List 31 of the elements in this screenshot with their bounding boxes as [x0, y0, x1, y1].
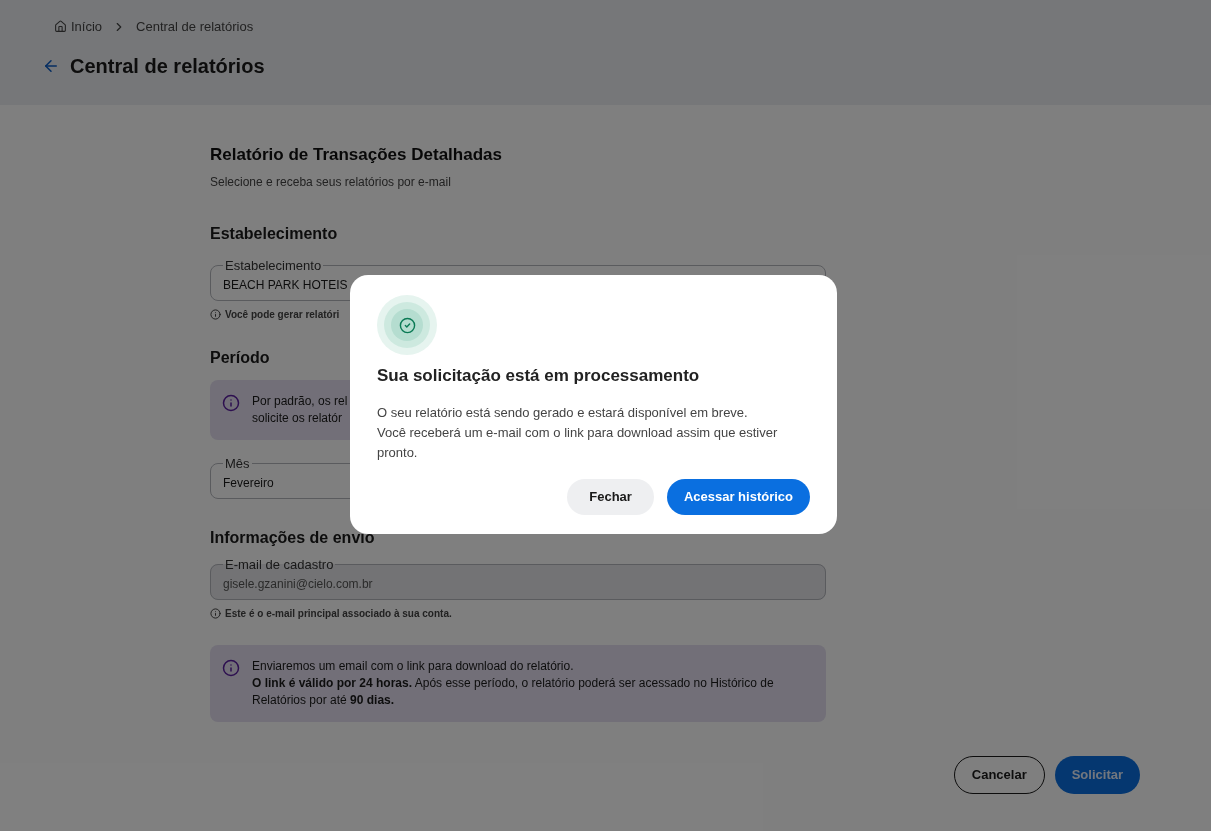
banner-text: Por padrão, os rel [252, 392, 348, 410]
action-button[interactable]: Solicitar [1054, 755, 1140, 794]
section-heading: Informações de envio [210, 527, 376, 548]
field-value: gisele.gzanini@cielo.com.br [223, 575, 373, 593]
info-icon [222, 658, 240, 677]
dialog-button[interactable]: Acessar histórico [666, 478, 810, 515]
banner-text: O link é válido por 24 horas. Após esse período, o relatório poderá ser acessado no Histórico de Relatórios por até 90 dias. [252, 674, 775, 709]
breadcrumb-link[interactable]: Início [54, 17, 103, 37]
dialog-title: Sua solicitação está em processamento [377, 365, 701, 387]
info-icon [210, 607, 221, 619]
field-label: E-mail de cadastro [224, 557, 335, 571]
info-icon [222, 393, 240, 412]
field-label: Mês [224, 456, 251, 470]
home-icon [54, 20, 67, 34]
report-subtitle: Selecione e receba seus relatórios por e-mail [210, 173, 452, 191]
field-value: Fevereiro [223, 474, 274, 492]
banner-text: solicite os relatór [252, 409, 344, 427]
dialog-message: O seu relatório está sendo gerado e estará disponível em breve. Você receberá um e-mail com o link para download assim que estiver pronto. [377, 403, 779, 462]
info-icon [210, 308, 221, 320]
action-button[interactable]: Cancelar [953, 755, 1045, 794]
page-title: Central de relatórios [70, 53, 265, 79]
banner-text: Enviaremos um email com o link para download do relatório. [252, 657, 575, 675]
report-title: Relatório de Transações Detalhadas [210, 144, 503, 166]
field-value: BEACH PARK HOTEIS [223, 276, 348, 294]
field-label: Estabelecimento [224, 258, 323, 272]
dialog-button[interactable]: Fechar [567, 478, 654, 515]
breadcrumb-link[interactable]: Central de relatórios [136, 17, 254, 37]
helper-text: Este é o e-mail principal associado à sua conta. [225, 606, 452, 621]
helper-text: Você pode gerar relatóri [225, 307, 340, 322]
section-heading: Período [210, 347, 271, 368]
section-heading: Estabelecimento [210, 223, 339, 244]
